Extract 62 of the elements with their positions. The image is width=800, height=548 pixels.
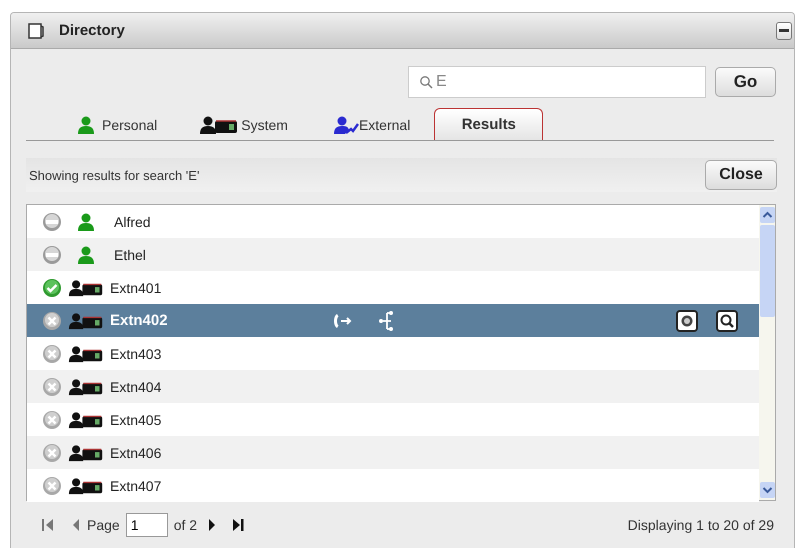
person-device-icon (68, 476, 104, 496)
result-row[interactable]: Extn406 (27, 436, 759, 469)
notepad-icon (27, 22, 45, 40)
person-device-icon (68, 442, 104, 462)
tree-icon[interactable] (378, 310, 394, 332)
previous-page-icon[interactable] (71, 518, 81, 532)
first-page-icon[interactable] (41, 518, 55, 532)
last-page-icon[interactable] (231, 518, 246, 532)
person-arrow-icon (332, 115, 359, 135)
search-field[interactable]: E (408, 66, 706, 98)
scroll-down-icon[interactable] (760, 482, 774, 498)
tab[interactable]: Personal (76, 110, 158, 140)
cross-status-icon (42, 410, 62, 430)
tab[interactable]: External (332, 110, 410, 140)
cross-status-icon (42, 442, 62, 462)
window-title: Directory (59, 22, 125, 39)
minimize-button[interactable] (776, 22, 792, 40)
minus-status-icon (42, 212, 62, 232)
person-device-icon (68, 310, 104, 330)
cross-status-icon (42, 376, 62, 396)
contact-name: Extn401 (110, 280, 162, 296)
contact-name: Extn404 (110, 378, 162, 394)
result-row[interactable]: Ethel (27, 238, 759, 271)
check-status-icon (42, 278, 62, 298)
person-device-icon (199, 115, 240, 135)
person-device-icon (68, 344, 104, 364)
person-device-icon (68, 410, 104, 430)
scrollbar[interactable] (759, 205, 775, 500)
contact-name: Extn406 (110, 444, 162, 460)
tab[interactable]: Results (434, 108, 544, 140)
contact-name: Extn402 (110, 312, 168, 329)
contact-name: Extn405 (110, 412, 162, 428)
scroll-thumb[interactable] (760, 225, 774, 317)
cross-status-icon (42, 476, 62, 496)
contact-name: Alfred (114, 214, 151, 230)
display-summary: Displaying 1 to 20 of 29 (628, 517, 774, 533)
go-button[interactable]: Go (715, 67, 776, 97)
page-label: Page (87, 517, 120, 533)
record-button-icon[interactable] (676, 310, 698, 332)
minimize-icon (779, 29, 789, 32)
person-icon (76, 212, 96, 232)
person-device-icon (68, 376, 104, 396)
page-field[interactable]: 1 (126, 513, 168, 537)
close-button[interactable]: Close (705, 160, 777, 190)
next-page-icon[interactable] (207, 518, 218, 532)
tab[interactable]: System (199, 110, 288, 140)
page-count: of 2 (174, 517, 198, 533)
person-icon (76, 115, 96, 135)
search-icon (419, 75, 433, 89)
result-row[interactable]: Extn404 (27, 370, 759, 403)
contact-name: Extn403 (110, 346, 162, 362)
cross-status-icon (42, 310, 62, 330)
result-row[interactable]: Extn402 (27, 304, 759, 337)
results-message: Showing results for search 'E' (29, 168, 200, 182)
contact-name: Extn407 (110, 478, 162, 494)
cross-status-icon (42, 344, 62, 364)
minus-status-icon (42, 244, 62, 264)
person-icon (76, 244, 96, 264)
search-icon[interactable] (716, 310, 738, 332)
person-device-icon (68, 278, 104, 298)
scroll-up-icon[interactable] (760, 207, 774, 223)
contact-name: Ethel (114, 246, 146, 262)
